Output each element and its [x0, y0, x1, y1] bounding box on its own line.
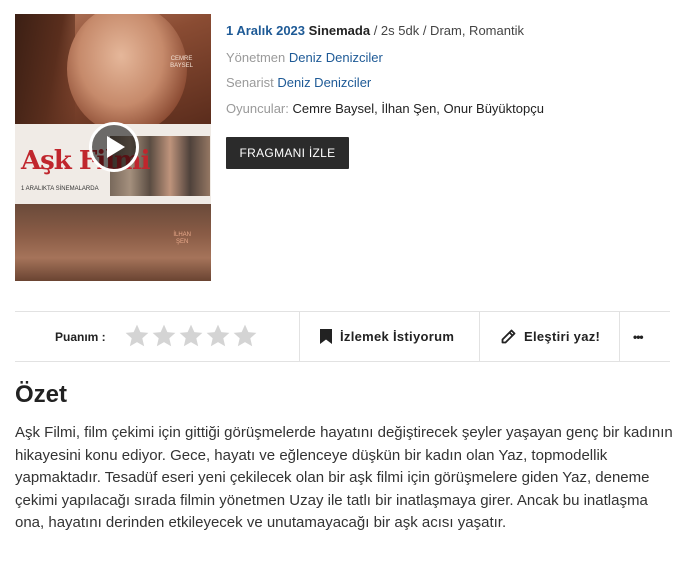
- movie-poster[interactable]: CEMRE BAYSEL Aşk Filmi 1 ARALIKTA SİNEMA…: [15, 14, 211, 281]
- star-icon[interactable]: [124, 323, 150, 349]
- poster-tagline: 1 ARALIKTA SİNEMALARDA: [21, 186, 99, 192]
- action-bar: Puanım : İzlemek İstiyorum Eleştiri yaz!…: [15, 311, 670, 362]
- pencil-icon: [501, 329, 516, 343]
- writer-label: Senarist: [226, 75, 274, 90]
- poster-actor-top: CEMRE BAYSEL: [170, 56, 193, 70]
- watch-trailer-button[interactable]: FRAGMANI İZLE: [226, 137, 349, 169]
- director-link[interactable]: Deniz Denizciler: [289, 50, 383, 65]
- divider: [299, 312, 300, 361]
- divider: [619, 312, 620, 361]
- rating-stars[interactable]: [124, 323, 258, 349]
- divider: [479, 312, 480, 361]
- more-icon: •••: [633, 329, 644, 344]
- star-icon[interactable]: [232, 323, 258, 349]
- more-options-button[interactable]: •••: [633, 312, 644, 361]
- director-label: Yönetmen: [226, 50, 286, 65]
- watchlist-label: İzlemek İstiyorum: [340, 329, 455, 344]
- star-icon[interactable]: [178, 323, 204, 349]
- poster-actor-bottom: İLHAN ŞEN: [173, 232, 191, 246]
- poster-hair: [15, 14, 75, 134]
- duration-genre: / 2s 5dk / Dram, Romantik: [370, 23, 524, 38]
- play-icon: [107, 136, 125, 158]
- watchlist-button[interactable]: İzlemek İstiyorum: [320, 312, 454, 361]
- star-icon[interactable]: [205, 323, 231, 349]
- summary-text: Aşk Filmi, film çekimi için gittiği görü…: [15, 424, 673, 531]
- cast-row: Oyuncular: Cemre Baysel, İlhan Şen, Onur…: [226, 100, 544, 117]
- director-row: Yönetmen Deniz Denizciler: [226, 49, 383, 66]
- rating-label: Puanım :: [55, 330, 106, 344]
- cast-list: Cemre Baysel, İlhan Şen, Onur Büyüktopçu: [292, 101, 544, 116]
- release-date-link[interactable]: 1 Aralık 2023: [226, 23, 305, 38]
- cast-label: Oyuncular:: [226, 101, 289, 116]
- release-row: 1 Aralık 2023 Sinemada / 2s 5dk / Dram, …: [226, 22, 524, 39]
- release-place: Sinemada: [308, 23, 371, 38]
- write-review-label: Eleştiri yaz!: [524, 329, 601, 344]
- star-icon[interactable]: [151, 323, 177, 349]
- write-review-button[interactable]: Eleştiri yaz!: [500, 312, 600, 361]
- writer-row: Senarist Deniz Denizciler: [226, 74, 371, 91]
- writer-link[interactable]: Deniz Denizciler: [277, 75, 371, 90]
- play-trailer-button[interactable]: [89, 122, 139, 172]
- summary-heading: Özet: [15, 381, 68, 408]
- bookmark-icon: [320, 329, 332, 344]
